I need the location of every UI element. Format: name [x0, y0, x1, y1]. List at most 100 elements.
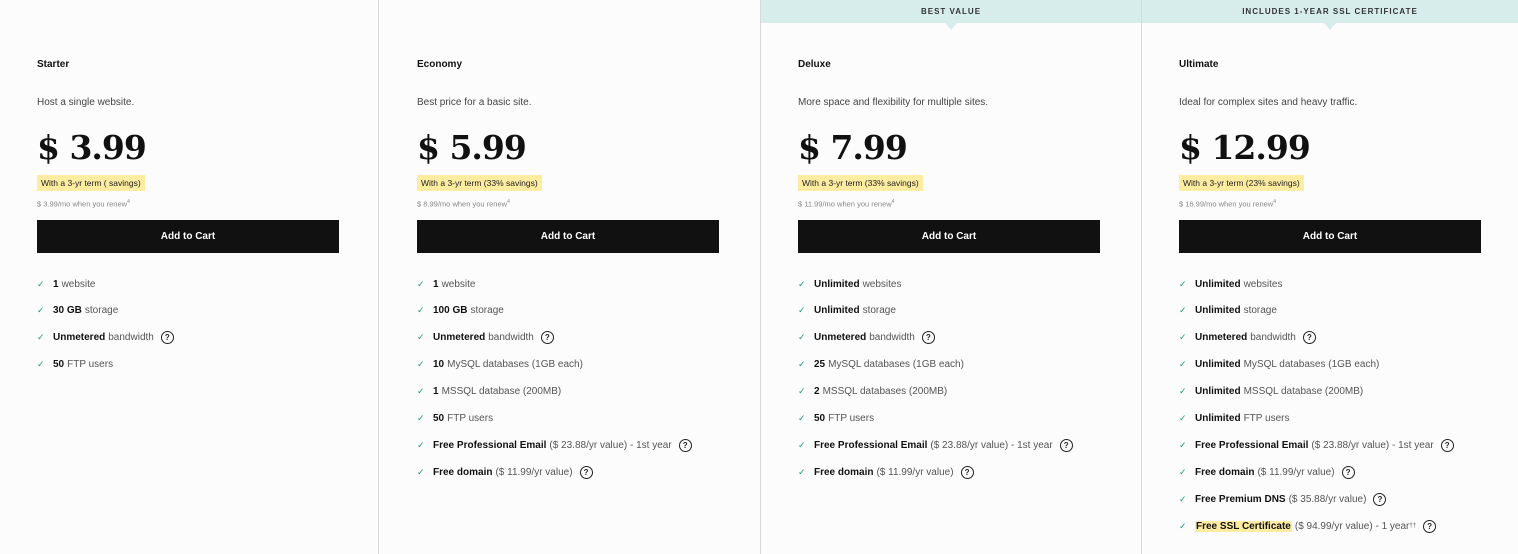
- help-icon[interactable]: ?: [1373, 492, 1387, 506]
- feature-highlight: 30 GB: [53, 305, 82, 317]
- renew-price: $ 3.99/mo when you renew4: [37, 199, 130, 209]
- check-icon: ✓: [798, 331, 806, 342]
- feature-highlight: Unlimited: [1195, 358, 1241, 370]
- feature-text: bandwidth: [869, 331, 915, 343]
- feature-text: bandwidth: [108, 331, 154, 343]
- feature-item: ✓ 1 MSSQL database (200MB): [417, 378, 692, 405]
- feature-highlight: Free Professional Email: [433, 439, 547, 451]
- check-icon: ✓: [1179, 412, 1187, 423]
- footnote-marker: 4: [507, 199, 510, 205]
- help-icon[interactable]: ?: [540, 330, 554, 344]
- help-icon[interactable]: ?: [1440, 438, 1454, 452]
- feature-text: storage: [84, 305, 119, 317]
- feature-item: ✓ Unlimited websites: [1179, 271, 1454, 298]
- feature-text: ($ 23.88/yr value) - 1st year: [549, 439, 672, 451]
- feature-item: ✓ Unlimited MSSQL database (200MB): [1179, 378, 1454, 405]
- check-icon: ✓: [1179, 358, 1187, 369]
- help-icon[interactable]: ?: [678, 438, 692, 452]
- check-icon: ✓: [1179, 278, 1187, 289]
- feature-item: ✓ 50 FTP users: [417, 405, 692, 432]
- feature-highlight: Free domain: [814, 466, 874, 478]
- help-icon[interactable]: ?: [1302, 330, 1316, 344]
- feature-item: ✓ Free Professional Email ($ 23.88/yr valu…: [1179, 432, 1454, 459]
- feature-item: ✓ Free Premium DNS ($ 35.88/yr value)?: [1179, 486, 1454, 513]
- check-icon: ✓: [1179, 493, 1187, 504]
- check-icon: ✓: [417, 358, 425, 369]
- check-icon: ✓: [798, 439, 806, 450]
- feature-list: ✓ Unlimited websites ✓ Unlimited storage ✓ Unme…: [1179, 271, 1454, 540]
- check-icon: ✓: [417, 331, 425, 342]
- feature-highlight: Unlimited: [814, 278, 860, 290]
- renew-text: $ 3.99/mo when you renew: [37, 199, 128, 209]
- feature-highlight: Free domain: [1195, 466, 1255, 478]
- feature-text: website: [61, 278, 96, 290]
- feature-highlight: 2: [814, 385, 820, 397]
- feature-highlight: Free Premium DNS: [1195, 493, 1286, 505]
- plan-description: Ideal for complex sites and heavy traffi…: [1179, 97, 1358, 108]
- check-icon: ✓: [1179, 466, 1187, 477]
- footnote-marker: 4: [1273, 199, 1277, 205]
- feature-text: MSSQL database (200MB): [441, 385, 562, 397]
- feature-text: ($ 11.99/yr value): [1257, 466, 1335, 478]
- feature-item: ✓ Unlimited websites: [798, 271, 1073, 298]
- feature-list: ✓ Unlimited websites ✓ Unlimited storage ✓ Unme…: [798, 271, 1073, 486]
- renew-text: $ 16.99/mo when you renew: [1179, 199, 1274, 209]
- feature-item: ✓ Unlimited MySQL databases (1GB each): [1179, 351, 1454, 378]
- feature-item: ✓ 50 FTP users: [37, 351, 174, 378]
- pricing-plans: Starter Host a single website. $ 3.99 Wi…: [0, 0, 1518, 554]
- feature-highlight: 50: [814, 412, 826, 424]
- add-to-cart-button[interactable]: Add to Cart: [417, 220, 719, 253]
- help-icon[interactable]: ?: [160, 330, 174, 344]
- feature-text: MySQL databases (1GB each): [1243, 358, 1380, 370]
- help-icon[interactable]: ?: [579, 465, 593, 479]
- feature-highlight: Unlimited: [814, 305, 860, 317]
- feature-item: ✓ Unmetered bandwidth?: [417, 324, 692, 351]
- help-icon[interactable]: ?: [1059, 438, 1073, 452]
- feature-item: ✓ Free domain ($ 11.99/yr value)?: [798, 459, 1073, 486]
- feature-item: ✓ Free domain ($ 11.99/yr value)?: [417, 459, 692, 486]
- check-icon: ✓: [37, 305, 45, 316]
- feature-highlight: 1: [433, 278, 439, 290]
- footnote-marker: 4: [127, 199, 130, 205]
- check-icon: ✓: [798, 358, 806, 369]
- footnote-marker: ††: [1409, 523, 1417, 530]
- feature-highlight: 50: [433, 412, 445, 424]
- plan-card-starter: Starter Host a single website. $ 3.99 Wi…: [0, 0, 378, 554]
- add-to-cart-button[interactable]: Add to Cart: [798, 220, 1100, 253]
- feature-text: ($ 23.88/yr value) - 1st year: [1311, 439, 1434, 451]
- feature-highlight: 10: [433, 358, 445, 370]
- add-to-cart-button[interactable]: Add to Cart: [37, 220, 339, 253]
- feature-highlight: Free Professional Email: [814, 439, 928, 451]
- feature-item: ✓ Free Professional Email ($ 23.88/yr valu…: [417, 432, 692, 459]
- feature-text: FTP users: [828, 412, 875, 424]
- feature-highlight: Unmetered: [1195, 331, 1248, 343]
- feature-item: ✓ 25 MySQL databases (1GB each): [798, 351, 1073, 378]
- feature-highlight: Unmetered: [814, 331, 867, 343]
- feature-text: storage: [862, 305, 896, 317]
- savings-badge: With a 3-yr term ( savings): [37, 175, 145, 191]
- add-to-cart-button[interactable]: Add to Cart: [1179, 220, 1481, 253]
- footnote-marker: 4: [891, 199, 895, 205]
- plan-name: Ultimate: [1179, 59, 1219, 70]
- feature-item: ✓ Unmetered bandwidth?: [37, 324, 174, 351]
- renew-price: $ 11.99/mo when you renew4: [798, 199, 894, 209]
- plan-price: $ 5.99: [417, 128, 527, 167]
- feature-text: ($ 23.88/yr value) - 1st year: [930, 439, 1053, 451]
- check-icon: ✓: [417, 385, 425, 396]
- plan-description: Host a single website.: [37, 97, 135, 108]
- help-icon[interactable]: ?: [1341, 465, 1355, 479]
- feature-text: ($ 11.99/yr value): [876, 466, 954, 478]
- plan-description: More space and flexibility for multiple …: [798, 97, 989, 108]
- help-icon[interactable]: ?: [960, 465, 974, 479]
- feature-highlight: 100 GB: [433, 305, 468, 317]
- feature-text: MySQL databases (1GB each): [828, 358, 964, 370]
- help-icon[interactable]: ?: [1423, 519, 1437, 533]
- feature-text: FTP users: [67, 358, 114, 370]
- feature-highlight: Unlimited: [1195, 412, 1241, 424]
- check-icon: ✓: [1179, 331, 1187, 342]
- savings-badge: With a 3-yr term (33% savings): [417, 175, 542, 191]
- help-icon[interactable]: ?: [921, 330, 935, 344]
- check-icon: ✓: [417, 439, 425, 450]
- feature-list: ✓ 1 website ✓ 100 GB storage ✓ Unmetered bandwid…: [417, 271, 692, 486]
- feature-text: storage: [1243, 305, 1277, 317]
